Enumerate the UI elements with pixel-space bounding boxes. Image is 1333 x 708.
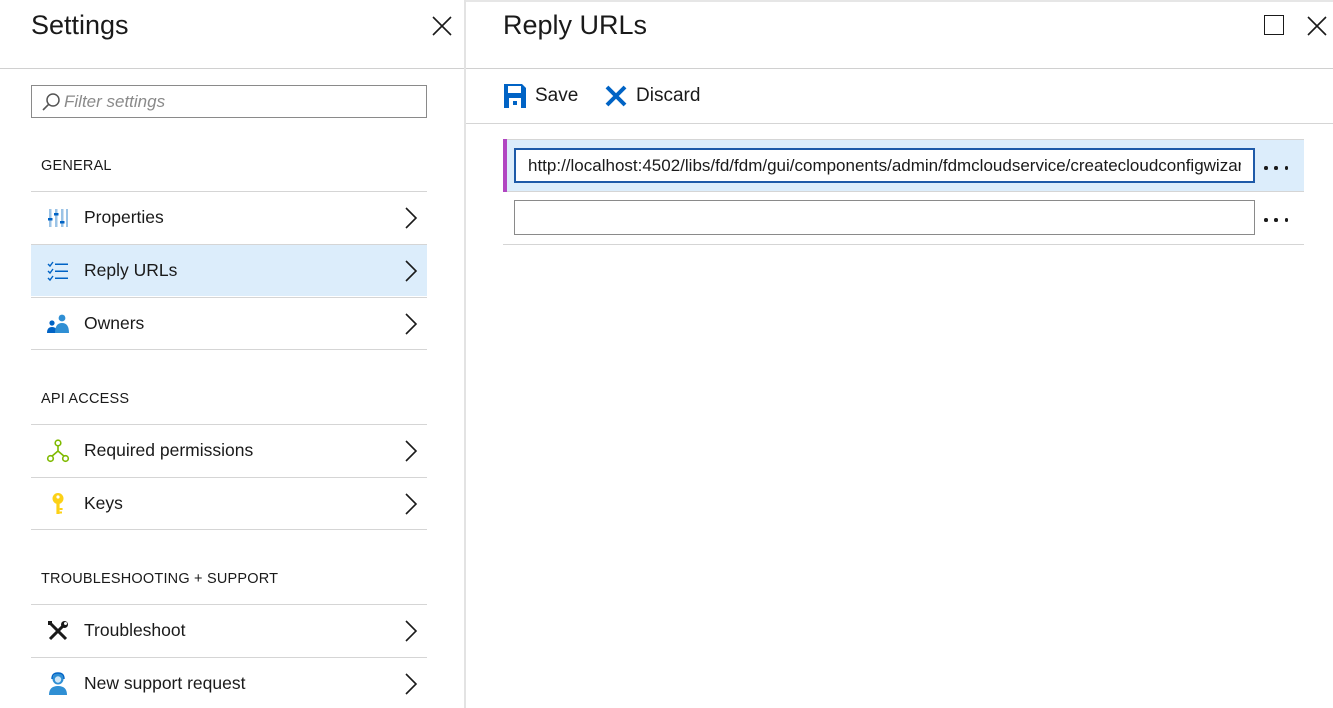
header-divider <box>0 68 464 69</box>
settings-blade: Settings GENERAL Properties <box>0 0 464 708</box>
filter-settings-box[interactable] <box>31 85 427 118</box>
chevron-right-icon <box>405 492 418 515</box>
discard-button[interactable]: Discard <box>604 82 700 110</box>
chevron-right-icon <box>405 439 418 462</box>
support-person-icon <box>45 671 71 697</box>
chevron-right-icon <box>405 312 418 335</box>
filter-settings-input[interactable] <box>64 91 404 112</box>
more-dots-icon <box>1264 218 1268 222</box>
reply-url-input-empty[interactable] <box>514 200 1255 235</box>
chevron-right-icon <box>405 259 418 282</box>
settings-title: Settings <box>31 10 129 40</box>
discard-label: Discard <box>636 85 701 106</box>
save-button[interactable]: Save <box>503 82 578 110</box>
row-more-button[interactable] <box>1264 216 1288 224</box>
row-more-button[interactable] <box>1264 164 1288 172</box>
reply-urls-close-button[interactable] <box>1305 14 1329 38</box>
close-icon <box>432 16 452 36</box>
settings-close-button[interactable] <box>430 14 454 38</box>
section-general: GENERAL <box>41 158 112 174</box>
nav-item-required-permissions[interactable]: Required permissions <box>31 424 427 476</box>
chevron-right-icon <box>405 619 418 642</box>
checklist-icon <box>45 258 71 284</box>
chevron-right-icon <box>405 206 418 229</box>
close-icon <box>1307 16 1327 36</box>
nav-item-reply-urls[interactable]: Reply URLs <box>31 244 427 296</box>
reply-urls-title: Reply URLs <box>503 10 648 40</box>
nav-item-new-support-request[interactable]: New support request <box>31 657 427 708</box>
discard-icon <box>605 85 627 107</box>
nav-label-reply-urls: Reply URLs <box>84 260 178 280</box>
row-accent-bar <box>503 139 507 192</box>
nav-label-properties: Properties <box>84 207 164 227</box>
nav-label-keys: Keys <box>84 493 123 513</box>
reply-url-row-empty <box>503 192 1304 245</box>
wrench-screwdriver-icon <box>45 618 71 644</box>
owners-icon <box>45 311 71 337</box>
header-divider <box>466 68 1333 69</box>
chevron-right-icon <box>405 672 418 695</box>
toolbar-divider <box>466 123 1333 124</box>
section-troubleshooting: TROUBLESHOOTING + SUPPORT <box>41 571 279 587</box>
save-label: Save <box>535 85 579 106</box>
properties-icon <box>45 205 71 231</box>
key-icon <box>45 491 71 517</box>
save-icon <box>504 84 526 108</box>
nav-item-owners[interactable]: Owners <box>31 297 427 350</box>
nav-item-keys[interactable]: Keys <box>31 477 427 530</box>
search-icon <box>38 89 64 115</box>
permissions-icon <box>45 438 71 464</box>
nav-label-troubleshoot: Troubleshoot <box>84 620 186 640</box>
more-dots-icon <box>1264 166 1268 170</box>
reply-url-row <box>503 139 1304 192</box>
maximize-button[interactable] <box>1264 15 1284 35</box>
section-api-access: API ACCESS <box>41 391 130 407</box>
reply-url-input[interactable] <box>514 148 1255 183</box>
blade-divider <box>464 0 466 708</box>
nav-label-new-support-request: New support request <box>84 673 246 693</box>
nav-label-required-permissions: Required permissions <box>84 440 254 460</box>
nav-label-owners: Owners <box>84 313 145 333</box>
nav-item-properties[interactable]: Properties <box>31 191 427 243</box>
nav-item-troubleshoot[interactable]: Troubleshoot <box>31 604 427 656</box>
